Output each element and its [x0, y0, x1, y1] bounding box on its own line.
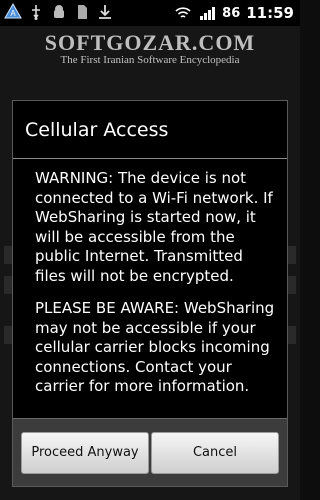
status-right: 86 11:59 — [174, 4, 294, 22]
wifi-icon — [175, 7, 191, 18]
battery-level: 86 — [222, 5, 241, 21]
download-icon — [99, 5, 111, 19]
watermark-subtitle: The First Iranian Software Encyclopedia — [60, 54, 240, 66]
android-debug-icon — [54, 5, 64, 18]
cellular-access-dialog: Cellular Access WARNING: The device is n… — [12, 100, 288, 487]
svg-text:A: A — [10, 9, 16, 18]
watermark: SOFTGOZAR.COM The First Iranian Software… — [30, 30, 270, 66]
sd-card-icon — [78, 5, 87, 19]
dialog-body: WARNING: The device is not connected to … — [13, 159, 287, 397]
clock: 11:59 — [246, 4, 294, 22]
dialog-title: Cellular Access — [13, 101, 287, 159]
status-bar: A 86 11:59 — [0, 0, 300, 26]
notification-icons: A — [4, 3, 114, 21]
dialog-button-bar: Proceed Anyway Cancel — [13, 418, 287, 486]
cancel-button[interactable]: Cancel — [151, 431, 279, 474]
signal-icon — [200, 7, 216, 20]
usb-icon — [32, 5, 40, 20]
app-notification-icon: A — [4, 3, 22, 19]
notice-text: PLEASE BE AWARE: WebSharing may not be a… — [35, 299, 275, 395]
watermark-title: SOFTGOZAR.COM — [44, 30, 256, 55]
warning-text: WARNING: The device is not connected to … — [35, 169, 273, 285]
proceed-anyway-button[interactable]: Proceed Anyway — [21, 431, 149, 474]
